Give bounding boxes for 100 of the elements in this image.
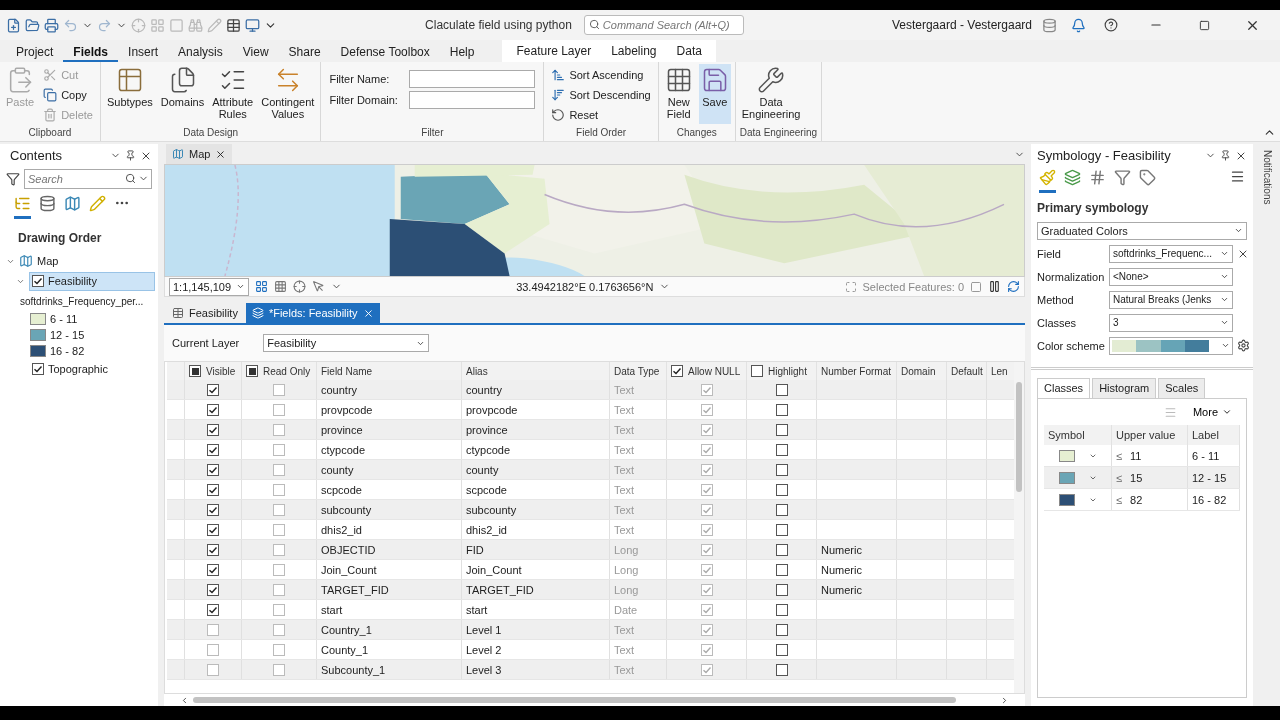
checkbox[interactable] xyxy=(246,365,258,377)
checkbox[interactable] xyxy=(207,563,219,576)
checkbox[interactable] xyxy=(700,643,713,656)
menu-tab[interactable]: Data xyxy=(666,41,712,61)
scroll-right-icon[interactable] xyxy=(1000,695,1009,705)
ribbon-button[interactable]: Domains xyxy=(158,64,207,124)
checkbox[interactable] xyxy=(273,403,285,416)
printer-icon[interactable] xyxy=(44,17,59,33)
class-swatch[interactable] xyxy=(1058,493,1075,506)
scrollbar[interactable] xyxy=(1014,362,1024,693)
crosshair-icon[interactable] xyxy=(293,280,306,293)
table-row[interactable]: ≤ 15 12 - 15 xyxy=(1044,467,1240,489)
select-field[interactable]: <None> xyxy=(1109,267,1233,286)
table-row[interactable]: county county Text xyxy=(167,460,1014,480)
column-header[interactable]: Visible xyxy=(206,365,236,377)
checkbox[interactable] xyxy=(273,643,285,656)
checkbox[interactable] xyxy=(775,423,788,436)
checkbox[interactable] xyxy=(700,523,713,536)
pin-icon[interactable] xyxy=(125,150,136,161)
checkbox[interactable] xyxy=(700,583,713,596)
ribbon-button[interactable]: Data Engineering xyxy=(739,64,803,124)
table-row[interactable]: dhis2_id dhis2_id Text xyxy=(167,520,1014,540)
table-row[interactable]: ≤ 82 16 - 82 xyxy=(1044,489,1240,511)
server-icon[interactable] xyxy=(1042,17,1057,33)
ribbon-button[interactable]: Sort Ascending xyxy=(548,65,654,84)
checkbox[interactable] xyxy=(273,443,285,456)
panel-tab[interactable]: Scales xyxy=(1158,378,1206,398)
renderer-dropdown[interactable]: Graduated Colors xyxy=(1037,221,1247,240)
notifications-tab[interactable]: Notifications xyxy=(1262,150,1273,205)
checkbox[interactable] xyxy=(273,463,285,476)
ribbon-button[interactable]: Contingent Values xyxy=(259,64,317,124)
ribbon-button[interactable]: Attribute Rules xyxy=(210,64,256,124)
folder-icon[interactable] xyxy=(25,17,40,33)
select-field[interactable]: Natural Breaks (Jenks xyxy=(1109,290,1233,309)
column-header[interactable]: Read Only xyxy=(263,365,311,377)
checkbox[interactable] xyxy=(700,443,713,456)
menu-tab[interactable]: Defense Toolbox xyxy=(330,45,440,62)
menu-tab[interactable]: Labeling xyxy=(601,41,667,61)
table-tab[interactable]: *Fields: Feasibility xyxy=(245,303,380,323)
checkbox[interactable] xyxy=(775,443,788,456)
checkbox[interactable] xyxy=(775,643,788,656)
scale-dropdown[interactable]: 1:1,145,109 xyxy=(169,277,249,296)
table-tab[interactable]: Feasibility xyxy=(166,303,244,323)
checkbox[interactable] xyxy=(700,383,713,396)
column-header[interactable]: Default xyxy=(951,365,983,377)
square-icon[interactable] xyxy=(970,280,982,293)
view-tab[interactable] xyxy=(1039,169,1056,193)
selection-icon[interactable] xyxy=(844,280,857,293)
input-field[interactable] xyxy=(409,70,536,88)
table-row[interactable]: ≤ 11 6 - 11 xyxy=(1044,445,1240,467)
checkbox[interactable] xyxy=(671,365,683,377)
checkbox[interactable] xyxy=(207,523,219,536)
menu-icon[interactable] xyxy=(1230,169,1245,184)
checkbox[interactable] xyxy=(207,403,219,416)
ribbon-button[interactable]: Sort Descending xyxy=(548,85,654,104)
checkbox[interactable] xyxy=(775,623,788,636)
checkbox[interactable] xyxy=(207,463,219,476)
select-field[interactable]: 3 xyxy=(1109,313,1233,332)
command-search-field[interactable]: Command Search (Alt+Q) xyxy=(583,15,744,35)
checkbox[interactable] xyxy=(207,483,219,496)
checkbox[interactable] xyxy=(207,623,219,636)
table-row[interactable]: provpcode provpcode Text xyxy=(167,400,1014,420)
column-header[interactable]: Len xyxy=(991,365,1008,377)
new-project-icon[interactable] xyxy=(6,17,21,33)
table-row[interactable]: Join_Count Join_Count Long Numeric xyxy=(167,560,1014,580)
column-header[interactable]: Domain xyxy=(901,365,936,377)
color-scheme-dropdown[interactable] xyxy=(1109,336,1233,355)
checkbox[interactable] xyxy=(700,503,713,516)
checkbox[interactable] xyxy=(775,543,788,556)
column-header[interactable]: Highlight xyxy=(768,365,807,377)
grid-icon[interactable] xyxy=(274,280,287,293)
layer-item[interactable]: Feasibility xyxy=(29,271,155,291)
checkbox[interactable] xyxy=(751,365,763,377)
checkbox[interactable] xyxy=(700,483,713,496)
checkbox[interactable] xyxy=(189,365,201,377)
table-row[interactable]: ctypcode ctypcode Text xyxy=(167,440,1014,460)
table-row[interactable]: Subcounty_1 Level 3 Text xyxy=(167,660,1014,680)
table-row[interactable]: TARGET_FID TARGET_FID Long Numeric xyxy=(167,580,1014,600)
checkbox[interactable] xyxy=(700,463,713,476)
checkbox[interactable] xyxy=(700,663,713,676)
map-tab[interactable]: Map xyxy=(166,144,233,164)
refresh-icon[interactable] xyxy=(1007,280,1020,293)
column-header[interactable]: Field Name xyxy=(321,365,373,377)
checkbox[interactable] xyxy=(207,603,219,616)
column-header[interactable]: Alias xyxy=(466,365,488,377)
checkbox[interactable] xyxy=(775,383,788,396)
checkbox[interactable] xyxy=(207,663,219,676)
class-swatch[interactable] xyxy=(1058,449,1075,462)
layer-name[interactable]: Map xyxy=(37,255,59,267)
checkbox[interactable] xyxy=(775,603,788,616)
pin-icon[interactable] xyxy=(1220,150,1231,161)
ribbon-button[interactable]: New Field xyxy=(662,64,695,124)
layer-item[interactable]: Topographic xyxy=(29,359,155,379)
search-field[interactable]: Search xyxy=(24,169,152,189)
table-row[interactable]: country country Text xyxy=(167,380,1014,400)
table-row[interactable]: subcounty subcounty Text xyxy=(167,500,1014,520)
column-header[interactable]: Allow NULL xyxy=(688,365,741,377)
table-row[interactable]: province province Text xyxy=(167,420,1014,440)
checkbox[interactable] xyxy=(775,463,788,476)
menu-tab[interactable]: Project xyxy=(6,45,64,62)
